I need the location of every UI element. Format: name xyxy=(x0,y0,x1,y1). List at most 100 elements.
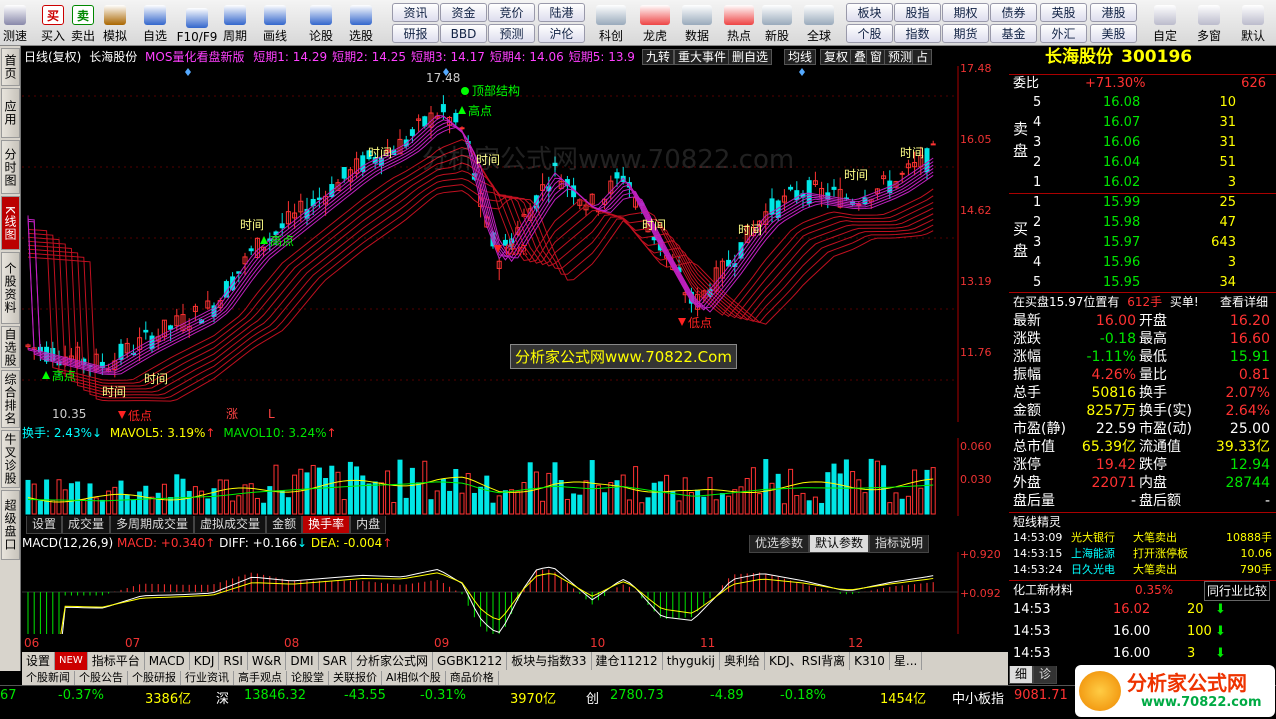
macd-btn-0[interactable]: 优选参数 xyxy=(749,535,810,553)
indicator-tab-0[interactable]: 设置 xyxy=(22,652,56,670)
toolbar-dragon-button[interactable]: 龙虎 xyxy=(636,2,674,44)
macd-btn-1[interactable]: 默认参数 xyxy=(809,535,870,553)
sidebar-tab-6[interactable]: 综合排名 xyxy=(1,370,20,428)
chart-btn-8[interactable]: 占 xyxy=(912,49,933,65)
indicator-tab-15[interactable]: KDJ、RSI背离 xyxy=(765,652,851,670)
toolbar-btn2-0[interactable]: 研报 xyxy=(392,24,439,43)
sidebar-tab-7[interactable]: 牛叉诊股 xyxy=(1,430,20,488)
indicator-tab-3[interactable]: MACD xyxy=(145,652,190,670)
news-tab-6[interactable]: 关联报价 xyxy=(329,671,382,685)
indicator-tab-9[interactable]: 分析家公式网 xyxy=(352,652,433,670)
toolbar-btn2-3[interactable]: 沪伦 xyxy=(538,24,585,43)
toolbar-custom-button[interactable]: 自定 xyxy=(1146,2,1184,44)
toolbar-star-button[interactable]: 自选 xyxy=(140,2,170,44)
news-tab-0[interactable]: 个股新闻 xyxy=(22,671,75,685)
indicator-tab-12[interactable]: 建仓11212 xyxy=(592,652,663,670)
toolbar-btn2-1[interactable]: BBD xyxy=(440,24,487,43)
market-btn-5[interactable]: 港股 xyxy=(1090,3,1137,22)
toolbar-chat-button[interactable]: 论股 xyxy=(306,2,336,44)
volume-tab-4[interactable]: 金额 xyxy=(266,516,303,534)
news-tab-4[interactable]: 高手观点 xyxy=(234,671,287,685)
chart-btn-6[interactable]: 窗 xyxy=(866,49,887,65)
chart-btn-1[interactable]: 重大事件 xyxy=(674,49,731,65)
market-btn2-2[interactable]: 期货 xyxy=(942,24,989,43)
toolbar-btn-2[interactable]: 竞价 xyxy=(488,3,535,22)
indicator-tab-17[interactable]: 星... xyxy=(890,652,923,670)
indicator-tab-6[interactable]: W&R xyxy=(248,652,287,670)
indicator-tab-5[interactable]: RSI xyxy=(219,652,248,670)
toolbar-buy-button[interactable]: 买买入 xyxy=(38,2,68,44)
market-btn2-1[interactable]: 指数 xyxy=(894,24,941,43)
volume-tab-0[interactable]: 设置 xyxy=(26,516,63,534)
volume-tab-5[interactable]: 换手率 xyxy=(302,516,351,534)
macd-area[interactable] xyxy=(22,552,982,634)
elf-row[interactable]: 14:53:15 上海能源 打开涨停板 10.06 xyxy=(1009,546,1276,562)
elf-row[interactable]: 14:53:09 光大银行 大笔卖出 10888手 xyxy=(1009,530,1276,546)
market-btn-4[interactable]: 英股 xyxy=(1040,3,1087,22)
indicator-tab-10[interactable]: GGBK1212 xyxy=(433,652,508,670)
toolbar-clock-button[interactable]: 周期 xyxy=(220,2,250,44)
toolbar-hammer-button[interactable]: 模拟 xyxy=(100,2,130,44)
volume-tab-3[interactable]: 虚拟成交量 xyxy=(194,516,267,534)
indicator-tab-13[interactable]: thygukij xyxy=(663,652,720,670)
indicator-tab-2[interactable]: 指标平台 xyxy=(88,652,145,670)
toolbar-chart-button[interactable]: 科创 xyxy=(592,2,630,44)
toolbar-sell-button[interactable]: 卖卖出 xyxy=(68,2,98,44)
toolbar-fire-button[interactable]: 热点 xyxy=(720,2,758,44)
news-tab-5[interactable]: 论股堂 xyxy=(287,671,329,685)
news-tab-7[interactable]: AI相似个股 xyxy=(382,671,446,685)
panel-tab-0[interactable]: 细 xyxy=(1009,666,1034,684)
toolbar-f10-button[interactable]: F10/F9 xyxy=(177,2,217,44)
market-btn-2[interactable]: 期权 xyxy=(942,3,989,22)
indicator-tab-1[interactable]: NEW xyxy=(55,652,88,670)
sidebar-tab-1[interactable]: 应用 xyxy=(1,88,20,138)
panel-tab-1[interactable]: 诊 xyxy=(1033,666,1058,684)
toolbar-btn-3[interactable]: 陆港 xyxy=(538,3,585,22)
sidebar-tab-5[interactable]: 自选股 xyxy=(1,326,20,368)
market-btn-3[interactable]: 债券 xyxy=(990,3,1037,22)
chart-btn-2[interactable]: 删自选 xyxy=(728,49,773,65)
news-tab-1[interactable]: 个股公告 xyxy=(75,671,128,685)
toolbar-btn2-2[interactable]: 预测 xyxy=(488,24,535,43)
market-btn-0[interactable]: 板块 xyxy=(846,3,893,22)
toolbar-pe-button[interactable]: 数据 xyxy=(678,2,716,44)
market-btn2-3[interactable]: 基金 xyxy=(990,24,1037,43)
news-tab-8[interactable]: 商品价格 xyxy=(446,671,499,685)
toolbar-btn-0[interactable]: 资讯 xyxy=(392,3,439,22)
sidebar-tab-0[interactable]: 首页 xyxy=(1,48,20,86)
market-btn2-5[interactable]: 美股 xyxy=(1090,24,1137,43)
macd-btn-2[interactable]: 指标说明 xyxy=(869,535,930,553)
volume-tab-6[interactable]: 内盘 xyxy=(350,516,387,534)
news-tab-2[interactable]: 个股研报 xyxy=(128,671,181,685)
indicator-tab-7[interactable]: DMI xyxy=(286,652,319,670)
toolbar-newstock-button[interactable]: 新股 xyxy=(758,2,796,44)
volume-tab-1[interactable]: 成交量 xyxy=(62,516,111,534)
market-btn-1[interactable]: 股指 xyxy=(894,3,941,22)
indicator-tab-4[interactable]: KDJ xyxy=(190,652,220,670)
toolbar-window-button[interactable]: 多窗 xyxy=(1190,2,1228,44)
volume-area[interactable] xyxy=(22,438,982,516)
view-detail-link[interactable]: 查看详细 xyxy=(1220,293,1268,311)
elf-row[interactable]: 14:53:24 日久光电 大笔卖出 790手 xyxy=(1009,562,1276,578)
volume-tab-2[interactable]: 多周期成交量 xyxy=(110,516,195,534)
indicator-tab-8[interactable]: SAR xyxy=(319,652,352,670)
chart-btn-0[interactable]: 九转 xyxy=(642,49,675,65)
sidebar-tab-8[interactable]: 超级盘口 xyxy=(1,490,20,560)
toolbar-select-button[interactable]: 选股 xyxy=(346,2,376,44)
indicator-tab-11[interactable]: 板块与指数33 xyxy=(507,652,592,670)
chart-btn-4[interactable]: 复权 xyxy=(820,49,853,65)
sidebar-tab-4[interactable]: 个股资料 xyxy=(1,252,20,324)
news-tab-3[interactable]: 行业资讯 xyxy=(181,671,234,685)
toolbar-btn-1[interactable]: 资金 xyxy=(440,3,487,22)
chart-btn-3[interactable]: 均线 xyxy=(784,49,817,65)
toolbar-speed-button[interactable]: 测速 xyxy=(0,2,30,44)
indicator-tab-14[interactable]: 奥利给 xyxy=(720,652,765,670)
market-btn2-0[interactable]: 个股 xyxy=(846,24,893,43)
industry-compare-button[interactable]: 同行业比较 xyxy=(1203,581,1270,601)
kline-chart[interactable]: 日线(复权) 长海股份 MOS量化看盘新版 短期1: 14.29 短期2: 14.… xyxy=(22,46,1008,651)
candlestick-area[interactable]: 17.4810.35顶部结构高点高点高点低点低点低点时间 时间时间 时间 时间时间时间… xyxy=(22,66,982,422)
toolbar-default-button[interactable]: 默认 xyxy=(1234,2,1272,44)
sidebar-tab-2[interactable]: 分时图 xyxy=(1,140,20,194)
toolbar-globe-button[interactable]: 全球 xyxy=(800,2,838,44)
indicator-tab-16[interactable]: K310 xyxy=(850,652,890,670)
